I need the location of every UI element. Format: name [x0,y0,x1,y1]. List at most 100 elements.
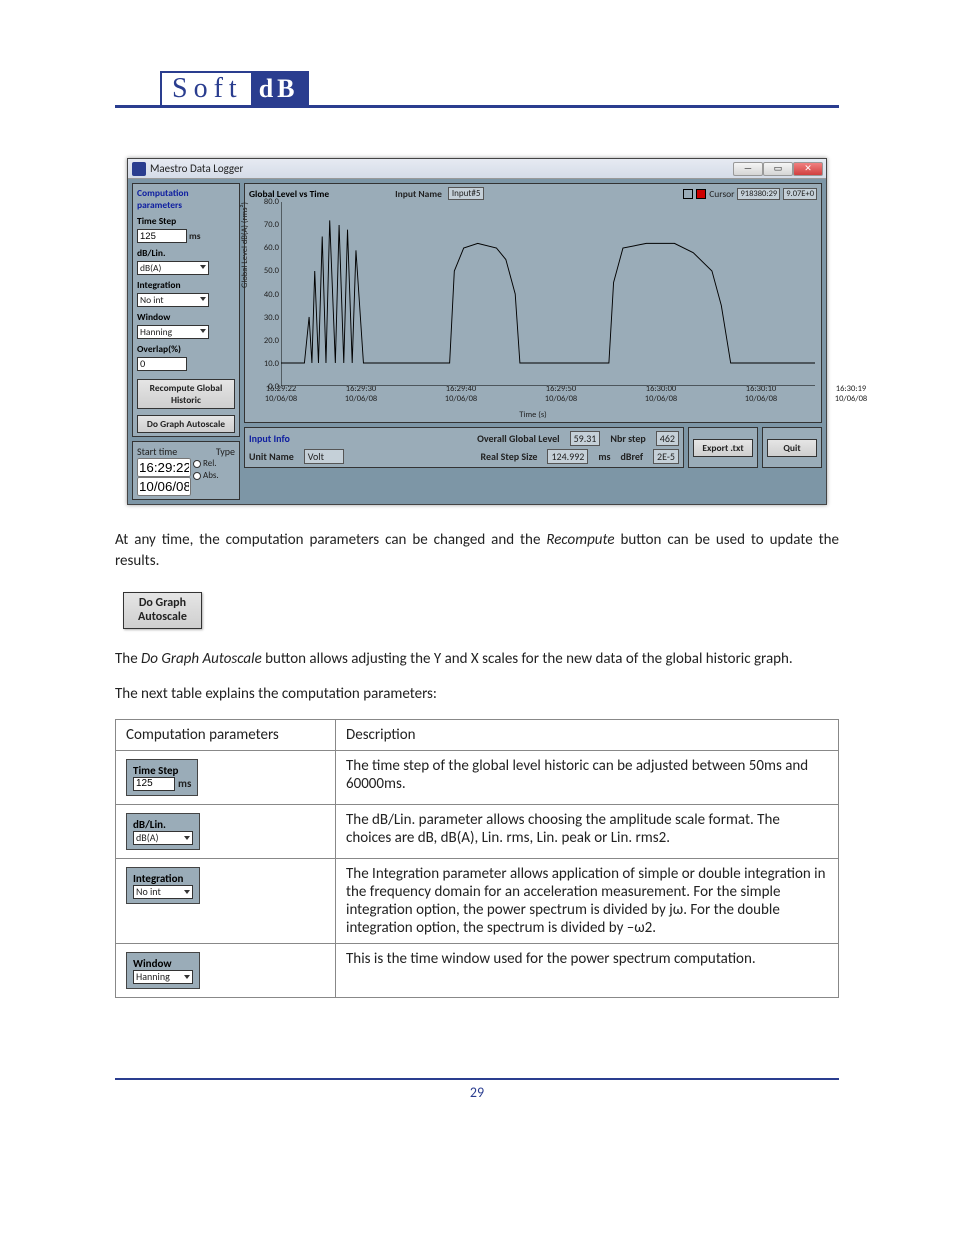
logo-soft: Soft [162,73,251,105]
quit-button[interactable]: Quit [767,439,817,457]
mini-panel-title: dB/Lin. [133,818,193,831]
mini-panel-title: Window [133,957,193,970]
minimize-button[interactable]: — [733,162,763,176]
graph-panel: Global Level vs Time Input Name Input#5 … [244,183,822,423]
dblin-label: dB/Lin. [137,247,235,259]
nbrstep-value: 462 [656,431,679,446]
page-number: 29 [470,1084,484,1101]
input-name-label: Input Name [395,188,442,200]
param-mini-panel: dB/Lin.dB(A) [126,813,200,850]
cursor-value: 9.07E+0 [783,188,817,200]
close-button[interactable]: ✕ [793,162,823,176]
integration-combo[interactable]: No int [137,293,209,307]
maximize-button[interactable]: ▭ [763,162,793,176]
y-tick: 60.0 [259,243,279,253]
input-info-heading: Input Info [249,432,290,445]
table-row: WindowHanning This is the time window use… [116,943,839,997]
quit-panel: Quit [762,427,822,468]
export-panel: Export .txt [688,427,758,468]
param-description: The Integration parameter allows applica… [336,858,839,943]
start-time-date[interactable] [137,477,191,496]
maestro-window: Maestro Data Logger — ▭ ✕ Computation pa… [127,158,827,505]
input-info-panel: Input Info Overall Global Level 59.31 Nb… [244,427,684,468]
mini-panel-title: Time Step [133,764,191,777]
window-combo[interactable]: Hanning [137,325,209,339]
app-icon [132,162,146,176]
y-tick: 80.0 [259,197,279,207]
mini-combo[interactable]: Hanning [133,970,193,984]
start-time-panel: Start time Type Rel. Abs. [132,441,240,500]
table-header-1: Computation parameters [116,719,336,750]
param-description: The dB/Lin. parameter allows choosing th… [336,804,839,858]
window-title: Maestro Data Logger [150,162,243,175]
dbref-label: dBref [621,450,644,463]
recompute-button[interactable]: Recompute Global Historic [137,379,235,409]
rel-radio[interactable]: Rel. [193,458,219,469]
page-footer: 29 [115,1078,839,1101]
input-name-value: Input#5 [448,187,485,200]
realstep-unit: ms [598,450,610,463]
page-header: Soft dB [115,70,839,108]
computation-params-panel: Computation parameters Time Step ms dB/L… [132,183,240,437]
y-tick: 20.0 [259,336,279,346]
y-tick: 70.0 [259,220,279,230]
dblin-combo[interactable]: dB(A) [137,261,209,275]
autoscale-button[interactable]: Do Graph Autoscale [137,415,235,433]
mini-combo[interactable]: No int [133,885,193,899]
param-description: The time step of the global level histor… [336,750,839,804]
integration-label: Integration [137,279,235,291]
x-axis-label: Time (s) [519,410,547,420]
paragraph-3: The next table explains the computation … [115,684,839,705]
table-row: Time Stepms The time step of the global l… [116,750,839,804]
x-tick: 16:30:1010/06/08 [745,384,777,404]
params-table: Computation parameters Description Time … [115,719,839,998]
start-time-time[interactable] [137,458,191,477]
cursor-label: Cursor [709,188,734,200]
time-step-input[interactable] [137,229,187,243]
mini-combo[interactable]: dB(A) [133,831,193,845]
unitname-label: Unit Name [249,450,294,463]
trace-line [281,202,815,386]
time-step-label: Time Step [137,215,235,227]
x-tick: 16:29:4010/06/08 [445,384,477,404]
sidebar-heading: Computation parameters [137,187,235,211]
nbrstep-label: Nbr step [610,432,645,445]
param-description: This is the time window used for the pow… [336,943,839,997]
y-tick: 40.0 [259,290,279,300]
param-mini-panel: IntegrationNo int [126,867,200,904]
table-header-2: Description [336,719,839,750]
window-label: Window [137,311,235,323]
autoscale-button-image: Do Graph Autoscale [123,592,202,629]
mini-input[interactable] [133,777,175,791]
cursor-toggle-icon[interactable] [683,189,693,199]
overall-value: 59.31 [570,431,601,446]
export-button[interactable]: Export .txt [693,439,753,457]
realstep-label: Real Step Size [481,450,538,463]
paragraph-2: The Do Graph Autoscale button allows adj… [115,649,839,670]
mini-unit: ms [178,777,191,790]
x-tick: 16:30:0010/06/08 [645,384,677,404]
softdb-logo: Soft dB [160,71,309,107]
y-tick: 30.0 [259,313,279,323]
unitname-value: Volt [304,449,344,464]
y-axis-label: Global Level dB(A) (rms²) [240,202,250,288]
table-row: IntegrationNo int The Integration paramet… [116,858,839,943]
start-time-heading: Start time [137,445,177,458]
y-tick: 10.0 [259,359,279,369]
paragraph-1: At any time, the computation parameters … [115,530,839,572]
cursor-readout: Cursor 918380:29 9.07E+0 [683,188,817,200]
plot-area [281,202,815,386]
type-heading: Type [216,445,235,458]
abs-radio[interactable]: Abs. [193,470,219,481]
x-tick: 16:30:1910/06/08 [835,384,867,404]
mini-panel-title: Integration [133,872,193,885]
x-tick: 16:29:5010/06/08 [545,384,577,404]
overlap-label: Overlap(%) [137,343,235,355]
x-tick: 16:29:2210/06/08 [265,384,297,404]
titlebar: Maestro Data Logger — ▭ ✕ [128,159,826,179]
realstep-value: 124.992 [547,449,588,464]
cursor-color-icon [696,189,706,199]
y-tick: 50.0 [259,266,279,276]
cursor-time: 918380:29 [737,188,780,200]
overlap-input[interactable] [137,357,187,371]
